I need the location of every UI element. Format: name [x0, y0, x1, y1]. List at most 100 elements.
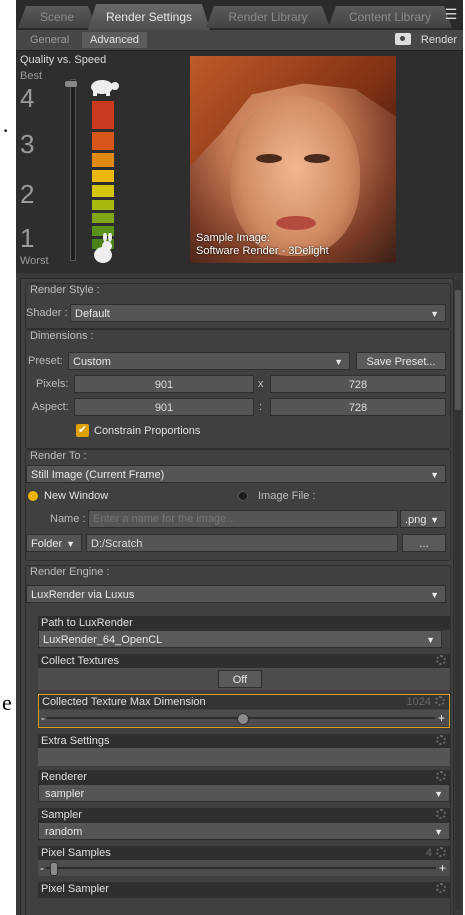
minus-icon[interactable]: - — [40, 861, 44, 875]
render-to-value: Still Image (Current Frame) — [31, 469, 165, 481]
aspect-width-field[interactable]: 901 — [74, 398, 254, 416]
render-to-header: Render To : — [30, 450, 87, 462]
plus-icon[interactable]: + — [438, 711, 445, 725]
render-style-header: Render Style : — [30, 284, 100, 296]
gear-icon[interactable] — [436, 735, 446, 745]
texture-max-dimension-label: Collected Texture Max Dimension — [42, 696, 206, 708]
slider-handle[interactable] — [50, 862, 58, 876]
gear-icon[interactable] — [435, 696, 445, 706]
chevron-down-icon: ▼ — [430, 590, 439, 600]
quality-bar — [92, 132, 114, 150]
collect-textures-toggle[interactable]: Off — [218, 670, 262, 688]
preview-caption: Sample Image: Software Render - 3Delight — [196, 232, 329, 258]
minus-icon[interactable]: - — [41, 711, 45, 725]
subtab-advanced[interactable]: Advanced — [82, 32, 147, 48]
quality-title: Quality vs. Speed — [20, 54, 107, 66]
preset-dropdown[interactable]: Custom ▼ — [68, 352, 350, 370]
format-dropdown[interactable]: .png ▼ — [400, 510, 446, 528]
image-name-input[interactable] — [88, 510, 398, 528]
image-file-radio[interactable] — [238, 491, 248, 501]
shader-value: Default — [75, 308, 110, 320]
aspect-separator: : — [259, 401, 263, 413]
quality-bar — [92, 213, 114, 223]
quality-bar — [92, 170, 114, 182]
subtab-bar: General Advanced Render — [16, 30, 463, 51]
pixels-separator: x — [258, 378, 264, 390]
aspect-label: Aspect: — [32, 401, 69, 413]
render-button[interactable]: Render — [421, 32, 457, 48]
new-window-radio[interactable] — [28, 491, 38, 501]
tab-content-library[interactable]: Content Library — [328, 6, 452, 28]
save-preset-button[interactable]: Save Preset... — [356, 352, 446, 370]
preview-eye-right — [304, 154, 330, 163]
slider-line — [46, 867, 436, 869]
texture-max-dimension-slider[interactable]: - + — [39, 710, 449, 726]
path-to-luxrender-dropdown[interactable]: LuxRender_64_OpenCL ▼ — [38, 630, 442, 648]
extra-settings-label: Extra Settings — [41, 735, 110, 747]
name-label: Name : — [50, 513, 86, 525]
constrain-label: Constrain Proportions — [94, 425, 201, 437]
margin-char-e: e — [2, 690, 12, 715]
aspect-height-field[interactable]: 728 — [270, 398, 446, 416]
chevron-down-icon: ▼ — [66, 539, 75, 549]
chevron-down-icon: ▼ — [334, 357, 343, 367]
rabbit-icon — [94, 233, 112, 263]
dimensions-group: Dimensions : Preset: Custom ▼ Save Preset… — [25, 329, 451, 449]
tab-render-library[interactable]: Render Library — [206, 6, 330, 28]
chevron-down-icon: ▼ — [430, 309, 439, 319]
turtle-icon — [91, 80, 119, 96]
pixel-samples-slider[interactable]: - + — [38, 860, 450, 876]
quality-slider-handle[interactable] — [65, 81, 77, 87]
quality-level-3: 3 — [20, 129, 35, 159]
render-to-dropdown[interactable]: Still Image (Current Frame) ▼ — [26, 465, 446, 483]
tab-render-settings[interactable]: Render Settings — [88, 4, 210, 30]
shader-dropdown[interactable]: Default ▼ — [70, 304, 446, 322]
gear-icon[interactable] — [436, 655, 446, 665]
chevron-down-icon: ▼ — [434, 827, 443, 837]
pixel-samples-header: Pixel Samples 4 — [38, 846, 450, 860]
collect-textures-header: Collect Textures — [38, 654, 450, 668]
gear-icon[interactable] — [436, 809, 446, 819]
gear-icon[interactable] — [436, 771, 446, 781]
quality-worst-label: Worst — [20, 255, 49, 267]
quality-level-1: 1 — [20, 223, 35, 253]
pixels-width-field[interactable]: 901 — [74, 375, 254, 393]
chevron-down-icon: ▼ — [426, 635, 435, 645]
path-to-luxrender-header: Path to LuxRender — [38, 616, 450, 630]
folder-dropdown[interactable]: Folder ▼ — [26, 534, 82, 552]
plus-icon[interactable]: + — [439, 861, 446, 875]
preset-value: Custom — [73, 356, 111, 368]
dimensions-header: Dimensions : — [30, 330, 94, 342]
render-options: Render Style : Shader : Default ▼ Dimensi… — [20, 278, 454, 915]
extra-settings-header: Extra Settings — [38, 734, 450, 748]
gear-icon[interactable] — [436, 847, 446, 857]
scrollbar[interactable] — [455, 280, 461, 910]
renderer-dropdown[interactable]: sampler ▼ — [38, 784, 450, 802]
constrain-checkbox[interactable]: ✔ — [76, 424, 89, 437]
quality-best-label: Best — [20, 70, 43, 82]
scrollbar-thumb[interactable] — [455, 290, 461, 410]
sampler-dropdown[interactable]: random ▼ — [38, 822, 450, 840]
new-window-label: New Window — [44, 490, 109, 502]
tab-bar: Scene Render Settings Render Library Con… — [16, 0, 463, 30]
slider-handle[interactable] — [237, 713, 249, 725]
subtab-general[interactable]: General — [22, 32, 77, 48]
render-engine-dropdown[interactable]: LuxRender via Luxus ▼ — [26, 585, 446, 603]
folder-label: Folder — [31, 538, 63, 550]
panel-menu-icon[interactable]: ☰ — [443, 6, 459, 24]
gear-icon[interactable] — [436, 883, 446, 893]
render-style-group: Render Style : Shader : Default ▼ — [25, 283, 451, 329]
quality-slider-track[interactable] — [70, 79, 76, 261]
render-engine-header: Render Engine : — [30, 566, 110, 578]
camera-icon[interactable] — [395, 33, 411, 45]
pixels-label: Pixels: — [36, 378, 69, 390]
image-file-label: Image File : — [258, 490, 316, 502]
texture-max-dimension-header: Collected Texture Max Dimension 1024 — [39, 695, 449, 709]
browse-button[interactable]: ... — [402, 534, 446, 552]
render-settings-pane: Scene Render Settings Render Library Con… — [16, 0, 463, 915]
pixels-height-field[interactable]: 728 — [270, 375, 446, 393]
tab-scene[interactable]: Scene — [18, 6, 96, 28]
path-to-luxrender-label: Path to LuxRender — [41, 617, 133, 629]
folder-path-field[interactable]: D:/Scratch — [86, 534, 398, 552]
extra-settings-field[interactable] — [38, 748, 450, 766]
